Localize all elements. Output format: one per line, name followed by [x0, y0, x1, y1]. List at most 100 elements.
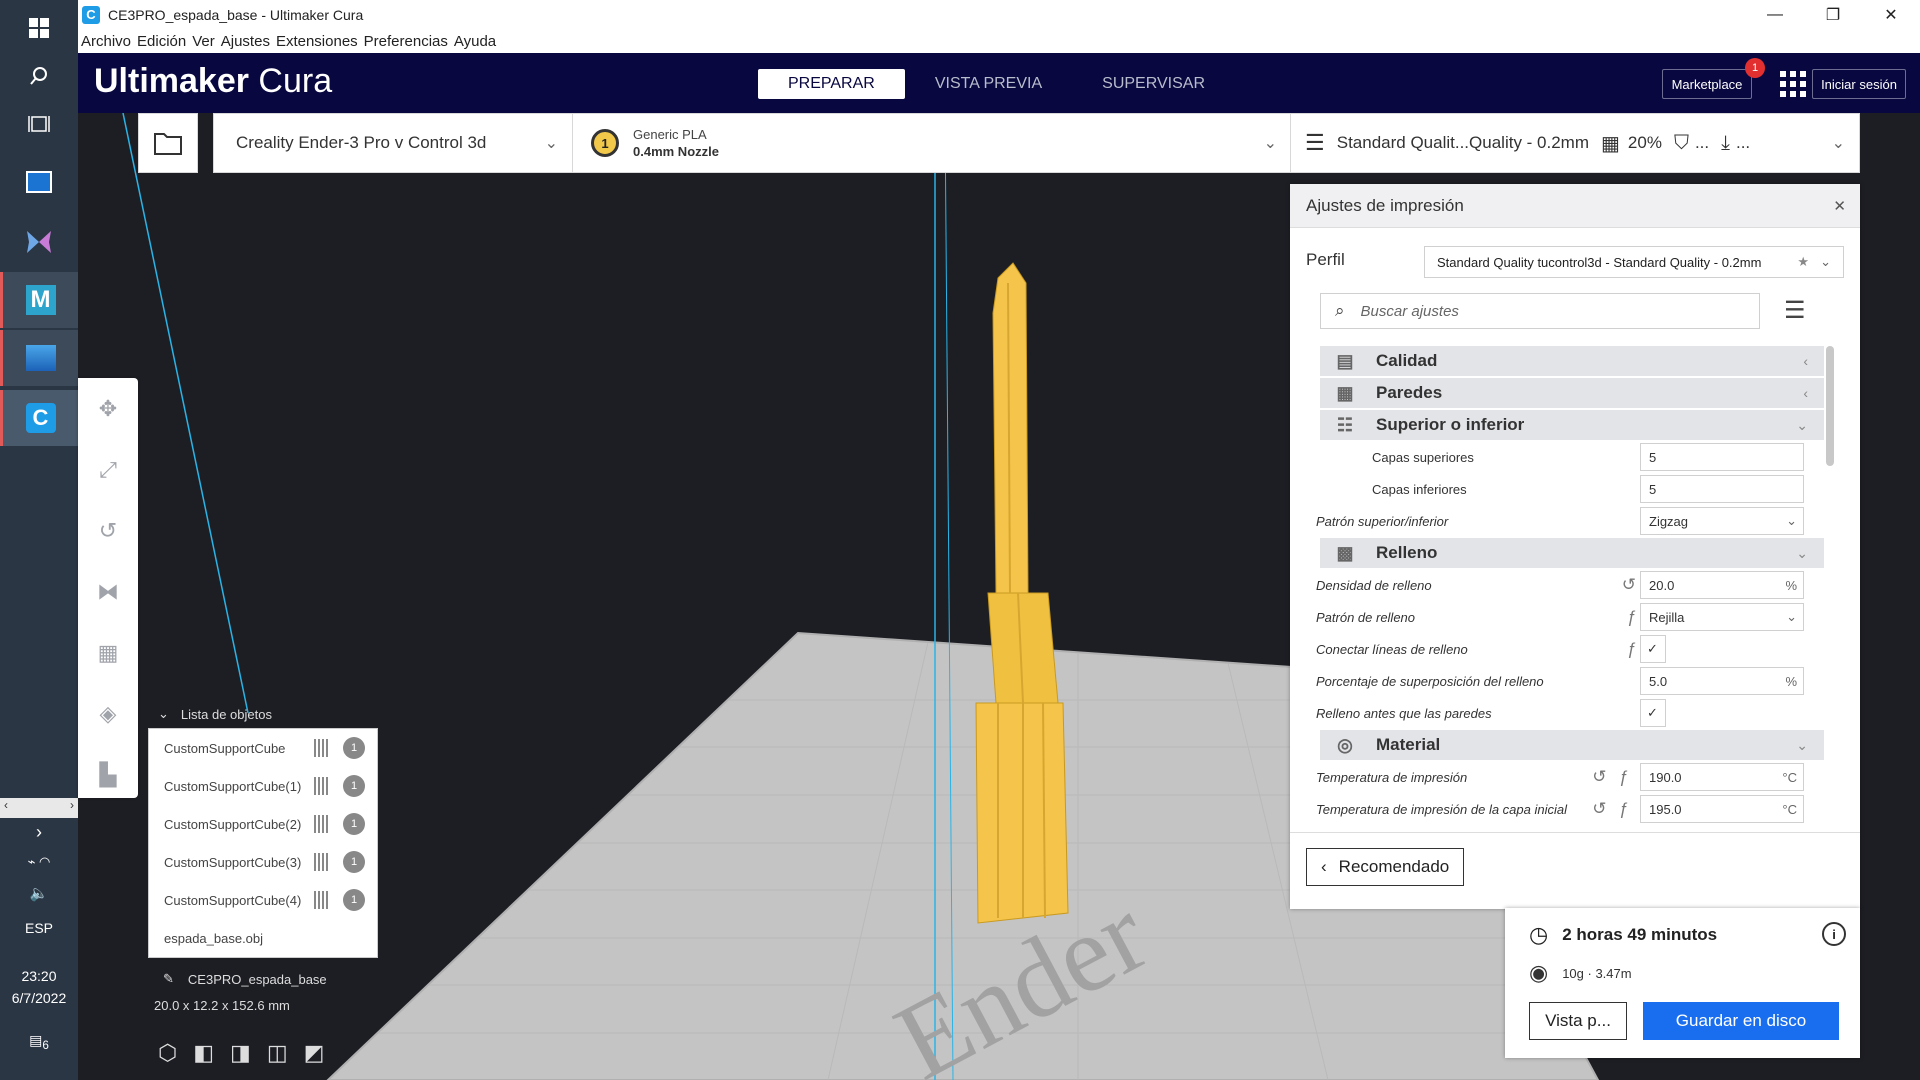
per-model-settings-icon[interactable]: ▦	[78, 622, 138, 683]
network-icon[interactable]: ⌁ ◠	[0, 854, 78, 870]
print-settings-selector[interactable]: ☰ Standard Qualit...Quality - 0.2mm ▦ 20…	[1290, 113, 1860, 173]
apps-grid-icon[interactable]	[1780, 71, 1806, 97]
list-item[interactable]: CustomSupportCube(4) 1	[149, 881, 377, 919]
list-item[interactable]: CustomSupportCube 1	[149, 729, 377, 767]
support-blocker-icon[interactable]: ◈	[78, 683, 138, 744]
menu-edicion[interactable]: Edición	[137, 33, 186, 50]
notifications-icon[interactable]: ▤6	[0, 1032, 78, 1052]
setting-conectar-lineas: Conectar líneas de relleno ƒ ✓	[1310, 633, 1814, 665]
object-list-header[interactable]: ⌄ Lista de objetos	[148, 700, 378, 728]
list-item[interactable]: CustomSupportCube(1) 1	[149, 767, 377, 805]
list-item[interactable]: CustomSupportCube(2) 1	[149, 805, 377, 843]
view-left-icon[interactable]: ◫	[267, 1040, 288, 1066]
menu-extensiones[interactable]: Extensiones	[276, 33, 358, 50]
reset-icon[interactable]: ↺	[1592, 767, 1606, 787]
function-icon[interactable]: ƒ	[1619, 799, 1628, 819]
star-icon: ★	[1797, 254, 1809, 269]
category-superior-inferior[interactable]: ☷ Superior o inferior ⌄	[1320, 410, 1824, 440]
list-item[interactable]: CustomSupportCube(3) 1	[149, 843, 377, 881]
profile-dropdown[interactable]: Standard Quality tucontrol3d - Standard …	[1424, 246, 1844, 278]
marketplace-button[interactable]: Marketplace	[1662, 69, 1752, 99]
tab-vista-previa[interactable]: VISTA PREVIA	[905, 69, 1072, 99]
setting-temperatura-impresion: Temperatura de impresión ↺ ƒ 190.0 °C	[1310, 761, 1814, 793]
view-top-icon[interactable]: ◨	[230, 1040, 251, 1066]
setting-patron-relleno: Patrón de relleno ƒ Rejilla ⌄	[1310, 601, 1814, 633]
mirror-tool-icon[interactable]: ⧓	[78, 561, 138, 622]
minimize-button[interactable]: —	[1746, 0, 1804, 29]
menu-ajustes[interactable]: Ajustes	[221, 33, 270, 50]
custom-supports-icon[interactable]: ▙	[78, 744, 138, 805]
printer-name: Creality Ender-3 Pro v Control 3d	[236, 133, 487, 152]
chevron-down-icon: ⌄	[544, 135, 558, 152]
menu-preferencias[interactable]: Preferencias	[364, 33, 448, 50]
setting-value-input[interactable]: 5	[1640, 443, 1804, 471]
sign-in-button[interactable]: Iniciar sesión	[1812, 69, 1906, 99]
tab-preparar[interactable]: PREPARAR	[758, 69, 905, 99]
chevron-down-icon: ⌄	[1796, 544, 1808, 561]
function-icon[interactable]: ƒ	[1619, 767, 1628, 787]
category-material[interactable]: ◎ Material ⌄	[1320, 730, 1824, 760]
view-front-icon[interactable]: ◧	[193, 1040, 214, 1066]
close-icon[interactable]: ✕	[1833, 197, 1846, 215]
function-icon[interactable]: ƒ	[1627, 639, 1636, 659]
category-label: Relleno	[1376, 543, 1438, 562]
preview-button[interactable]: Vista p...	[1529, 1002, 1627, 1040]
print-settings-panel: Ajustes de impresión ✕ Perfil Standard Q…	[1290, 184, 1860, 909]
setting-value-input[interactable]: 190.0 °C	[1640, 763, 1804, 791]
category-paredes[interactable]: ▦ Paredes ‹	[1320, 378, 1824, 408]
setting-value-dropdown[interactable]: Zigzag ⌄	[1640, 507, 1804, 535]
info-icon[interactable]: i	[1822, 922, 1846, 946]
extruder-badge: 1	[343, 775, 365, 797]
taskbar-cura-icon[interactable]: C	[0, 390, 78, 446]
setting-value-input[interactable]: 195.0 °C	[1640, 795, 1804, 823]
taskbar-butterfly-icon[interactable]	[0, 214, 78, 270]
save-to-disk-button[interactable]: Guardar en disco	[1643, 1002, 1839, 1040]
clock-date[interactable]: 6/7/2022	[0, 990, 78, 1006]
category-calidad[interactable]: ▤ Calidad ‹	[1320, 346, 1824, 376]
task-view-icon[interactable]	[0, 96, 78, 152]
taskbar-photos-icon[interactable]	[0, 330, 78, 386]
tab-supervisar[interactable]: SUPERVISAR	[1072, 69, 1235, 99]
chevron-down-icon: ⌄	[1796, 416, 1808, 433]
settings-scrollbar[interactable]	[1826, 346, 1834, 466]
view-3d-icon[interactable]: ⬡	[158, 1040, 177, 1066]
taskbar-meshmixer-icon[interactable]: M	[0, 272, 78, 328]
reset-icon[interactable]: ↺	[1622, 575, 1636, 595]
open-file-button[interactable]	[138, 113, 198, 173]
view-right-icon[interactable]: ◩	[304, 1040, 325, 1066]
checkbox[interactable]: ✓	[1640, 699, 1666, 727]
checkbox[interactable]: ✓	[1640, 635, 1666, 663]
recommended-button[interactable]: ‹ Recomendado	[1306, 848, 1465, 886]
search-settings-field[interactable]: ⌕ Buscar ajustes	[1320, 293, 1760, 329]
clock-time[interactable]: 23:20	[0, 968, 78, 984]
maximize-button[interactable]: ❐	[1804, 0, 1862, 29]
scale-tool-icon[interactable]: ⤢	[78, 439, 138, 500]
setting-value-input[interactable]: 5.0%	[1640, 667, 1804, 695]
material-selector[interactable]: 1 Generic PLA 0.4mm Nozzle ⌄	[572, 113, 1292, 173]
job-name-row[interactable]: ✎ CE3PRO_espada_base	[148, 960, 378, 998]
setting-value-input[interactable]: 20.0%	[1640, 571, 1804, 599]
menu-ver[interactable]: Ver	[192, 33, 215, 50]
setting-value-dropdown[interactable]: Rejilla ⌄	[1640, 603, 1804, 631]
category-relleno[interactable]: ▩ Relleno ⌄	[1320, 538, 1824, 568]
menu-ayuda[interactable]: Ayuda	[454, 33, 496, 50]
material-name: Generic PLA	[633, 127, 707, 142]
function-icon[interactable]: ƒ	[1627, 607, 1636, 627]
settings-menu-icon[interactable]: ☰	[1784, 296, 1806, 325]
setting-value-input[interactable]: 5	[1640, 475, 1804, 503]
reset-icon[interactable]: ↺	[1592, 799, 1606, 819]
printer-selector[interactable]: Creality Ender-3 Pro v Control 3d ⌄	[213, 113, 573, 173]
language-indicator[interactable]: ESP	[0, 920, 78, 936]
volume-icon[interactable]: 🔈	[0, 884, 78, 902]
rotate-tool-icon[interactable]: ↺	[78, 500, 138, 561]
close-window-button[interactable]: ✕	[1862, 0, 1920, 29]
list-item[interactable]: espada_base.obj	[149, 919, 377, 957]
menu-archivo[interactable]: Archivo	[81, 33, 131, 50]
stage-tabs: PREPARAR VISTA PREVIA SUPERVISAR	[758, 69, 1235, 99]
taskbar-app-blue-icon[interactable]	[0, 154, 78, 210]
show-hidden-icons[interactable]: ›	[0, 822, 78, 843]
move-tool-icon[interactable]: ✥	[78, 378, 138, 439]
chevron-down-icon: ⌄	[1796, 736, 1808, 753]
logo-light-text: Cura	[248, 62, 333, 100]
taskbar-scroll[interactable]: ‹ ›	[0, 798, 78, 818]
